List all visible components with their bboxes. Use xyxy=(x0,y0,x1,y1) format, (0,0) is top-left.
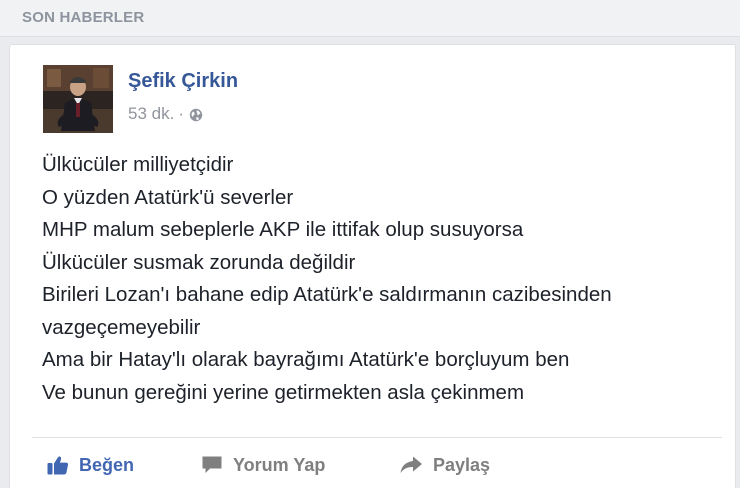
post-line: Ama bir Hatay'lı olarak bayrağımı Atatür… xyxy=(42,348,570,371)
post-actions: Beğen Yorum Yap Paylaş xyxy=(10,447,735,483)
post-line: O yüzden Atatürk'ü severler xyxy=(42,185,294,209)
avatar[interactable] xyxy=(43,65,113,133)
post-line: Ülkücüler susmak zorunda değildir xyxy=(42,250,356,274)
post-card: Şefik Çirkin 53 dk. · Ülkücüler milliyet… xyxy=(9,44,736,488)
share-arrow-icon xyxy=(400,456,422,473)
like-button[interactable]: Beğen xyxy=(47,447,134,483)
post-timestamp[interactable]: 53 dk. xyxy=(128,104,174,124)
share-label: Paylaş xyxy=(433,454,491,475)
post-line: Ve bunun gereğini yerine getirmekten asl… xyxy=(42,380,525,404)
post-line: Birileri Lozan'ı bahane edip Atatürk'e s… xyxy=(42,283,612,306)
actions-divider xyxy=(32,437,722,438)
thumbs-up-icon xyxy=(47,456,69,475)
post-meta: 53 dk. · xyxy=(128,104,203,124)
like-label: Beğen xyxy=(79,454,135,475)
profile-photo xyxy=(43,65,113,133)
meta-separator: · xyxy=(178,104,184,123)
globe-icon[interactable] xyxy=(189,107,203,122)
post-text: Ülkücüler milliyetçidir O yüzden Atatürk… xyxy=(42,149,722,409)
section-title: SON HABERLER xyxy=(22,9,145,26)
comment-label: Yorum Yap xyxy=(233,454,326,475)
post-line: MHP malum sebeplerle AKP ile ittifak olu… xyxy=(42,218,524,241)
share-button[interactable]: Paylaş xyxy=(399,447,490,483)
post-line: Ülkücüler milliyetçidir xyxy=(42,153,234,176)
comment-icon xyxy=(202,456,222,473)
author-name[interactable]: Şefik Çirkin xyxy=(128,70,238,93)
post-line: vazgeçemeyebilir xyxy=(42,315,201,339)
comment-button[interactable]: Yorum Yap xyxy=(201,447,325,483)
section-header: SON HABERLER xyxy=(0,0,740,37)
